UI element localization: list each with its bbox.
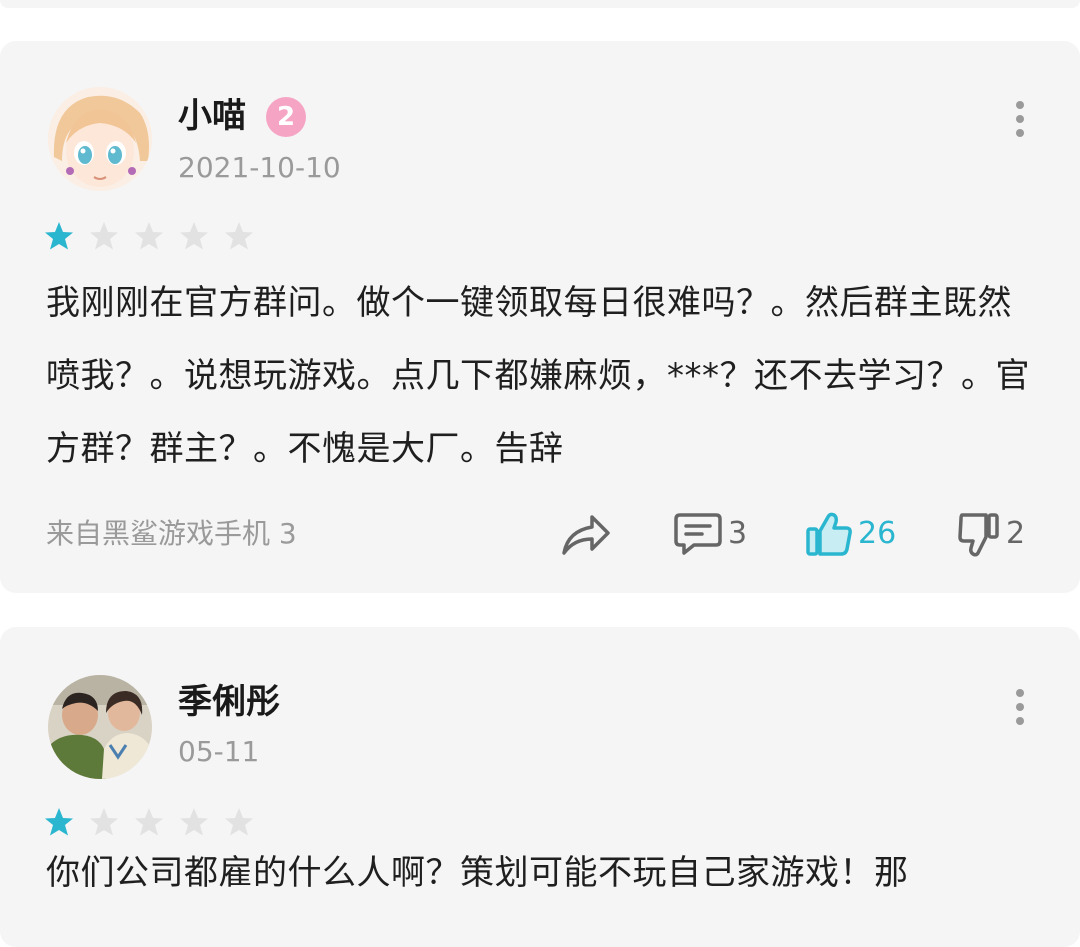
review-text[interactable]: 我刚刚在官方群问。做个一键领取每日很难吗？。然后群主既然喷我？。说想玩游戏。点几…	[46, 267, 1042, 486]
thumbs-down-icon	[958, 513, 999, 557]
like-count: 26	[858, 516, 897, 551]
review-card: 小喵 2 2021-10-10 我刚刚在官方群问。做个一键领取每日很难吗？。然后…	[0, 41, 1080, 593]
more-vertical-icon[interactable]	[1000, 685, 1040, 729]
reply-count: 3	[728, 516, 748, 551]
reply-button[interactable]: 3	[674, 509, 747, 559]
star-rating	[44, 221, 254, 251]
thumbs-up-icon	[806, 512, 852, 556]
star-empty-icon	[225, 222, 253, 250]
device-source: 来自黑鲨游戏手机 3	[46, 517, 297, 550]
star-empty-icon	[225, 808, 253, 836]
review-date: 2021-10-10	[178, 151, 341, 184]
previous-card-edge	[0, 0, 1080, 8]
star-filled-icon	[45, 808, 73, 836]
username[interactable]: 季俐彤	[178, 679, 280, 725]
star-rating	[44, 807, 254, 837]
level-badge: 2	[266, 97, 306, 137]
username[interactable]: 小喵	[178, 93, 246, 139]
star-empty-icon	[180, 222, 208, 250]
more-vertical-icon[interactable]	[1000, 97, 1040, 141]
star-empty-icon	[135, 808, 163, 836]
share-button[interactable]	[560, 509, 612, 559]
dislike-count: 2	[1006, 516, 1026, 551]
avatar[interactable]	[48, 675, 152, 779]
review-card: 季俐彤 05-11 你们公司都雇的什么人啊？策划可能不玩自己家游戏！那	[0, 627, 1080, 947]
share-icon	[562, 515, 610, 555]
star-filled-icon	[45, 222, 73, 250]
star-empty-icon	[135, 222, 163, 250]
star-empty-icon	[90, 222, 118, 250]
comment-icon	[674, 513, 722, 555]
review-text[interactable]: 你们公司都雇的什么人啊？策划可能不玩自己家游戏！那	[46, 837, 1042, 910]
avatar[interactable]	[48, 87, 152, 191]
review-date: 05-11	[178, 735, 260, 768]
star-empty-icon	[90, 808, 118, 836]
like-button[interactable]: 26	[806, 509, 896, 559]
star-empty-icon	[180, 808, 208, 836]
dislike-button[interactable]: 2	[958, 509, 1025, 559]
